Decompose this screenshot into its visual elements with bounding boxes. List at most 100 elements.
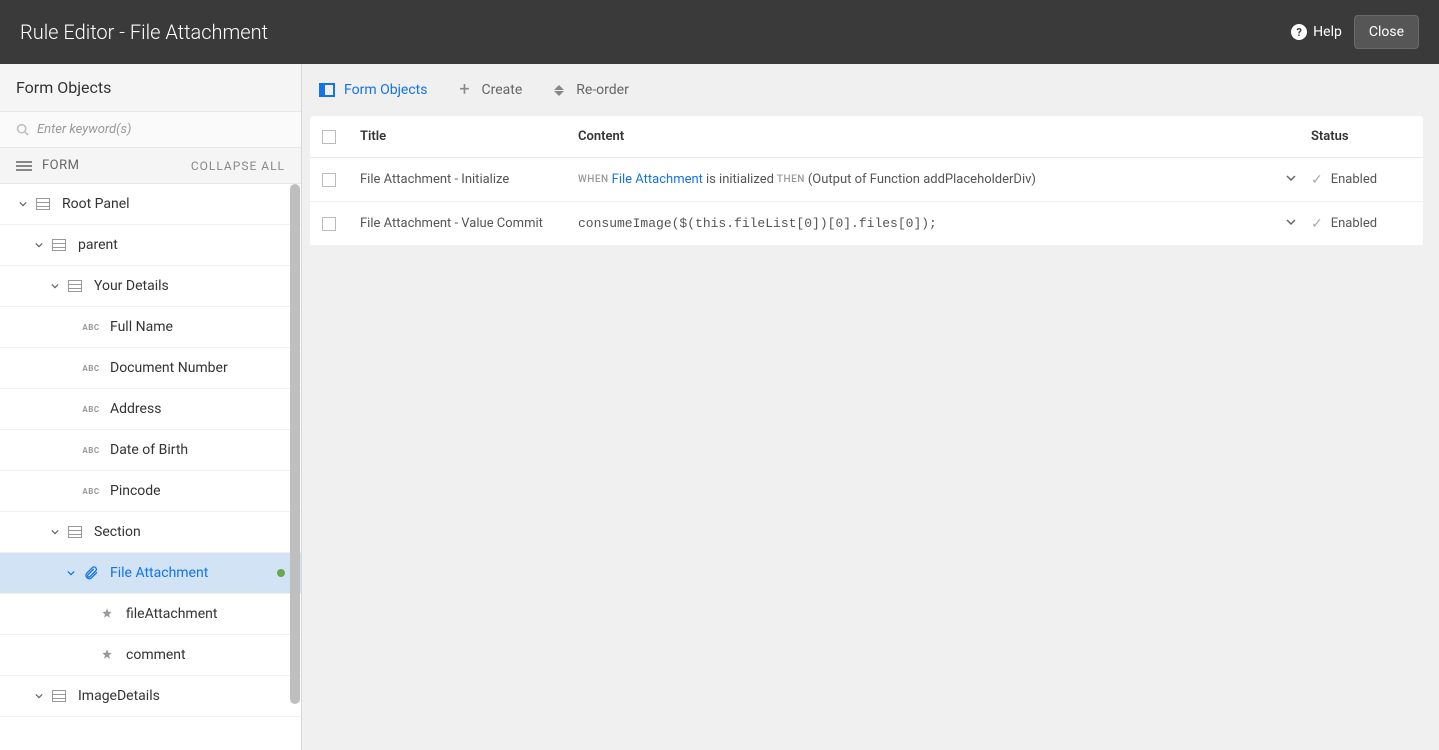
text-field-icon: ABC [82,320,100,334]
content-text: (Output of Function addPlaceholderDiv) [808,172,1036,187]
form-bar: FORM COLLAPSE ALL [0,148,301,184]
tree-label: Root Panel [62,196,130,212]
toolbar: Form Objects + Create Re-order [302,64,1439,116]
row-content: WHEN File Attachment is initialized THEN… [578,172,1271,187]
page-title: Rule Editor - File Attachment [20,20,268,44]
status-label: Enabled [1331,172,1377,187]
tree-item-section[interactable]: Section [0,512,301,553]
toolbar-label: Form Objects [344,82,427,98]
tree-label: Full Name [110,319,173,335]
close-button[interactable]: Close [1354,15,1419,49]
chevron-down-icon[interactable] [34,691,44,701]
right-panel: Form Objects + Create Re-order Title Con… [302,64,1439,750]
tree-scrollbar[interactable] [290,184,300,704]
chevron-down-icon[interactable] [18,199,28,209]
help-button[interactable]: ? Help [1291,24,1342,40]
when-keyword: WHEN [578,174,609,185]
panel-icon [66,279,84,293]
form-label-group: FORM [16,158,80,173]
text-field-icon: ABC [82,443,100,457]
row-status: ✓ Enabled [1311,216,1411,232]
check-icon: ✓ [1311,216,1323,232]
app-header: Rule Editor - File Attachment ? Help Clo… [0,0,1439,64]
tree-item-pincode[interactable]: ABC Pincode [0,471,301,512]
header-content: Content [578,129,1271,144]
content-code: consumeImage($(this.fileList[0])[0].file… [578,216,937,231]
toolbar-form-objects[interactable]: Form Objects [318,81,427,99]
chevron-down-icon[interactable] [50,281,60,291]
row-content: consumeImage($(this.fileList[0])[0].file… [578,216,1271,231]
content-text: is initialized [706,172,774,187]
form-objects-icon [318,81,336,99]
panel-icon [50,689,68,703]
tree-label: Section [94,524,141,540]
toolbar-create[interactable]: + Create [455,81,522,99]
text-field-icon: ABC [82,361,100,375]
search-icon [16,123,29,136]
tree-label: fileAttachment [126,606,217,622]
plus-icon: + [455,81,473,99]
chevron-down-icon[interactable] [1286,172,1296,187]
status-label: Enabled [1331,216,1377,231]
help-icon: ? [1291,24,1307,40]
tree-label: parent [78,237,118,253]
row-title: File Attachment - Initialize [360,172,578,187]
text-field-icon: ABC [82,484,100,498]
row-title: File Attachment - Value Commit [360,216,578,231]
tree-item-address[interactable]: ABC Address [0,389,301,430]
chevron-down-icon[interactable] [34,240,44,250]
select-all-checkbox[interactable] [322,130,336,144]
then-keyword: THEN [777,174,805,185]
content-link[interactable]: File Attachment [612,172,703,187]
header-title: Title [360,129,578,144]
tree-item-root-panel[interactable]: Root Panel [0,184,301,225]
chevron-down-icon[interactable] [50,527,60,537]
tree-label: Document Number [110,360,228,376]
attachment-icon [82,566,100,580]
table-header: Title Content Status [310,116,1423,158]
search-box [0,112,301,148]
collapse-all-button[interactable]: COLLAPSE ALL [191,159,285,173]
main-container: Form Objects FORM COLLAPSE ALL Root Pa [0,64,1439,750]
star-icon [98,607,116,621]
active-indicator-icon [277,569,285,577]
tree-label: comment [126,647,186,663]
help-label: Help [1313,24,1342,40]
check-icon: ✓ [1311,172,1323,188]
chevron-down-icon[interactable] [66,568,76,578]
panel-icon [66,525,84,539]
form-icon [16,161,32,171]
tree-item-parent[interactable]: parent [0,225,301,266]
toolbar-reorder[interactable]: Re-order [550,81,629,99]
tree-item-document-number[interactable]: ABC Document Number [0,348,301,389]
reorder-icon [550,81,568,99]
toolbar-label: Re-order [576,82,629,98]
left-panel-title: Form Objects [0,64,301,112]
tree-item-comment[interactable]: comment [0,635,301,676]
panel-icon [50,238,68,252]
table-row[interactable]: File Attachment - Value Commit consumeIm… [310,202,1423,246]
header-status: Status [1311,129,1411,144]
form-label: FORM [42,158,80,173]
tree-label: Pincode [110,483,161,499]
tree-item-file-attachment-child[interactable]: fileAttachment [0,594,301,635]
tree-item-your-details[interactable]: Your Details [0,266,301,307]
tree-label: Your Details [94,278,169,294]
tree-item-full-name[interactable]: ABC Full Name [0,307,301,348]
left-panel: Form Objects FORM COLLAPSE ALL Root Pa [0,64,302,750]
table-row[interactable]: File Attachment - Initialize WHEN File A… [310,158,1423,202]
tree-label: Date of Birth [110,442,188,458]
tree-item-image-details[interactable]: ImageDetails [0,676,301,717]
tree-item-file-attachment[interactable]: File Attachment [0,553,301,594]
row-checkbox[interactable] [322,217,336,231]
search-input[interactable] [37,122,285,137]
tree-label: ImageDetails [78,688,160,704]
header-actions: ? Help Close [1291,15,1419,49]
panel-icon [34,197,52,211]
tree-label: File Attachment [110,565,208,581]
chevron-down-icon[interactable] [1286,216,1296,231]
tree-item-date-of-birth[interactable]: ABC Date of Birth [0,430,301,471]
row-checkbox[interactable] [322,173,336,187]
toolbar-label: Create [481,82,522,98]
text-field-icon: ABC [82,402,100,416]
